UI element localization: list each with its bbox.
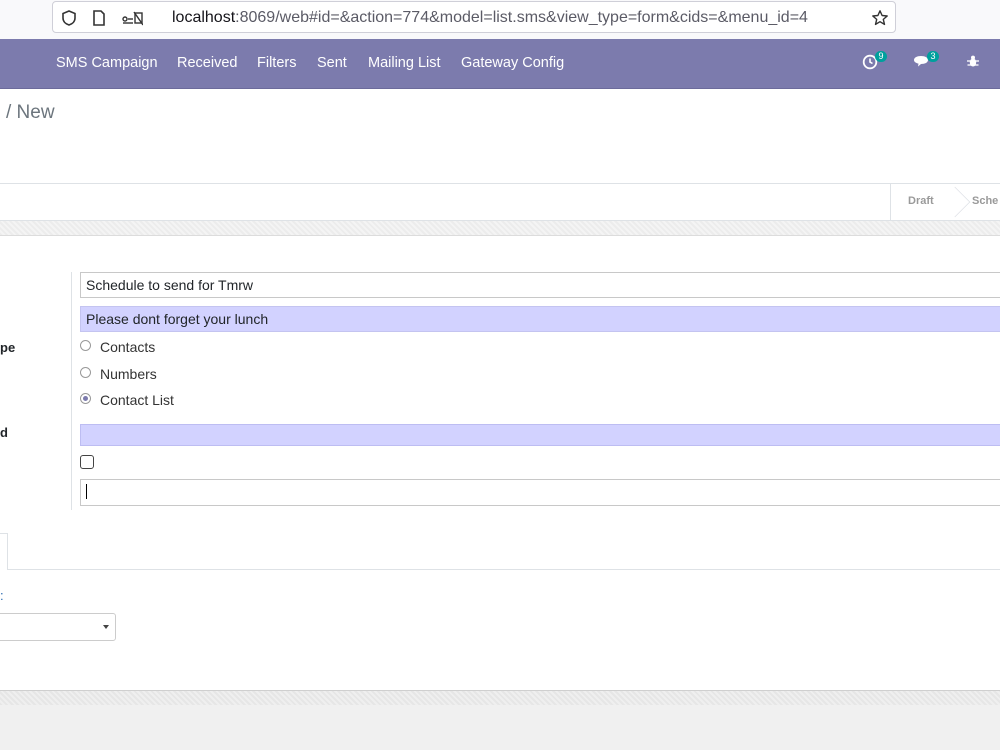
selection-dropdown[interactable] <box>0 613 116 641</box>
message-field[interactable]: Please dont forget your lunch <box>80 306 1000 332</box>
form-sheet <box>0 235 1000 691</box>
browser-toolbar: localhost:8069/web#id=&action=774&model=… <box>0 0 1000 39</box>
menu-gateway-config[interactable]: Gateway Config <box>461 54 564 72</box>
url-text[interactable]: localhost:8069/web#id=&action=774&model=… <box>172 8 860 28</box>
bug-icon[interactable] <box>966 54 980 68</box>
breadcrumb: / New <box>6 102 55 123</box>
messaging-menu[interactable]: 3 <box>913 51 945 73</box>
menu-sent[interactable]: Sent <box>317 54 347 72</box>
main-navbar: SMS Campaign Received Filters Sent Maili… <box>0 39 1000 89</box>
radio-contact-list-input[interactable] <box>80 393 91 404</box>
menu-sms-campaign[interactable]: SMS Campaign <box>56 54 158 72</box>
message-value: Please dont forget your lunch <box>86 311 269 327</box>
radio-contacts-input[interactable] <box>80 340 91 351</box>
required-field-label: d <box>0 425 8 440</box>
stage-arrow-icon <box>939 186 971 218</box>
radio-numbers-input[interactable] <box>80 367 91 378</box>
subject-value: Schedule to send for Tmrw <box>86 277 254 293</box>
radio-contact-list-label: Contact List <box>100 392 174 408</box>
permissions-icon[interactable] <box>121 9 143 27</box>
radio-contacts-label: Contacts <box>100 339 156 355</box>
url-host: localhost <box>172 9 236 26</box>
messages-badge: 3 <box>927 51 939 62</box>
radio-numbers-label: Numbers <box>100 366 157 382</box>
menu-received[interactable]: Received <box>177 54 237 72</box>
field-link[interactable]: : <box>0 588 4 603</box>
sheet-bottom <box>0 691 1000 705</box>
contact-list-field[interactable] <box>80 424 1000 446</box>
control-panel <box>0 89 1000 184</box>
statusbar: Draft Sche <box>0 183 1000 221</box>
label-separator <box>71 272 72 510</box>
statusbar-divider <box>890 184 891 220</box>
shield-icon[interactable] <box>60 9 78 27</box>
text-input-field[interactable] <box>80 479 1000 506</box>
notebook-tabs-line <box>0 569 1000 570</box>
stage-draft[interactable]: Draft <box>908 195 934 207</box>
notebook-tab-active[interactable] <box>0 533 8 570</box>
url-fade <box>821 4 861 30</box>
page-icon[interactable] <box>90 9 108 27</box>
option-checkbox[interactable] <box>80 455 94 469</box>
address-bar[interactable]: localhost:8069/web#id=&action=774&model=… <box>52 1 896 33</box>
chevron-down-icon <box>103 625 109 629</box>
stage-scheduled[interactable]: Sche <box>972 195 998 207</box>
subject-field[interactable]: Schedule to send for Tmrw <box>80 272 1000 298</box>
activity-badge: 9 <box>875 51 887 62</box>
url-path: :8069/web#id=&action=774&model=list.sms&… <box>235 9 808 26</box>
text-cursor <box>86 484 87 499</box>
menu-filters[interactable]: Filters <box>257 54 296 72</box>
recipient-type-label: pe <box>0 340 16 355</box>
star-icon[interactable] <box>871 9 889 27</box>
menu-mailing-list[interactable]: Mailing List <box>368 54 441 72</box>
activity-menu[interactable]: 9 <box>862 51 894 73</box>
sheet-background <box>0 221 1000 235</box>
